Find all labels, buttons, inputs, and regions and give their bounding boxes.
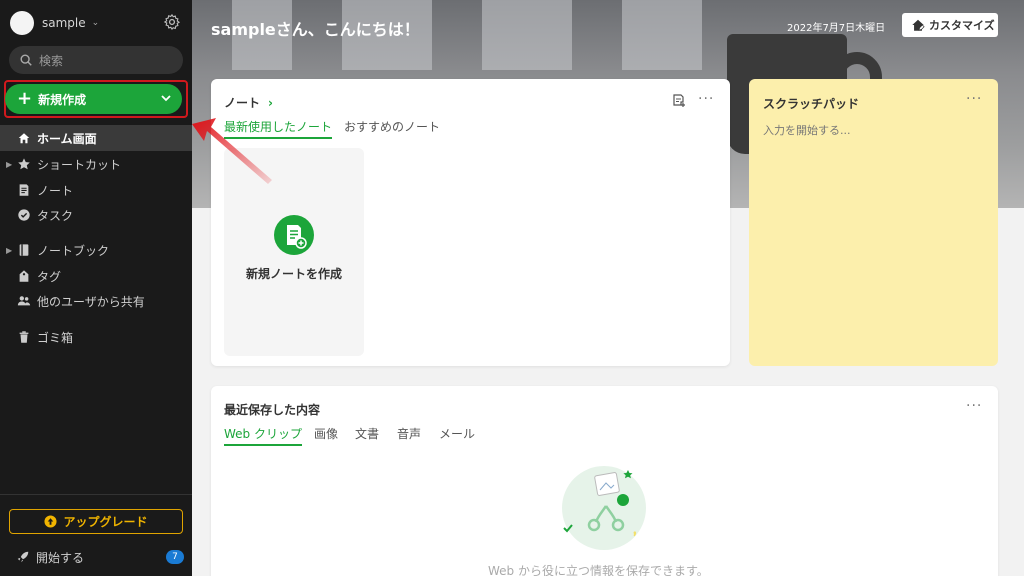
empty-state-text: Web から役に立つ情報を保存できます。: [488, 564, 709, 576]
sidebar-item-label: ショートカット: [37, 157, 122, 172]
account-menu[interactable]: sample ⌄: [10, 11, 99, 35]
sidebar-item-label: ノートブック: [37, 243, 110, 258]
sidebar-item-home[interactable]: ホーム画面: [0, 125, 192, 151]
home-edit-icon: [912, 19, 925, 31]
sidebar-item-label: タグ: [37, 269, 62, 284]
sidebar-item-tasks[interactable]: タスク: [0, 202, 192, 228]
start-count-badge: 7: [166, 550, 184, 564]
new-button[interactable]: + 新規作成: [5, 84, 182, 114]
sidebar-item-shared[interactable]: 他のユーザから共有: [0, 288, 192, 314]
tab-images[interactable]: 画像: [314, 425, 338, 442]
sidebar-item-label: ノート: [37, 183, 74, 198]
sidebar-item-shortcuts[interactable]: ▶ ショートカット: [0, 151, 192, 177]
star-icon: [18, 158, 30, 170]
get-started-button[interactable]: 開始する 7: [16, 548, 186, 566]
recent-saved-title: 最近保存した内容: [224, 403, 321, 417]
more-options-icon[interactable]: ···: [966, 91, 982, 107]
chevron-down-icon: ⌄: [91, 18, 100, 28]
more-options-icon[interactable]: ···: [698, 91, 714, 107]
search-icon: [20, 54, 32, 66]
upgrade-label: アップグレード: [63, 515, 148, 529]
caret-right-icon[interactable]: ▶: [6, 160, 12, 169]
sidebar-item-tags[interactable]: タグ: [0, 263, 192, 289]
window-pane: [622, 0, 702, 70]
user-name: sample: [42, 16, 86, 30]
search-input[interactable]: 検索: [9, 46, 183, 74]
annotation-arrow: [192, 118, 272, 184]
create-note-label: 新規ノートを作成: [245, 267, 342, 281]
chevron-down-icon[interactable]: [160, 92, 172, 104]
greeting: sampleさん、こんにちは！: [211, 20, 420, 39]
sidebar-item-notes[interactable]: ノート: [0, 177, 192, 203]
start-label: 開始する: [36, 550, 85, 565]
home-icon: [18, 133, 30, 144]
tab-recommended-notes[interactable]: おすすめのノート: [344, 118, 440, 135]
sidebar-divider: [0, 494, 192, 495]
window-pane: [482, 0, 572, 70]
web-clip-illustration-icon: [562, 466, 646, 550]
create-note-icon: [274, 215, 314, 255]
sidebar-item-label: 他のユーザから共有: [37, 294, 145, 309]
scratchpad-title: スクラッチパッド: [763, 97, 860, 111]
tab-audio[interactable]: 音声: [397, 425, 421, 442]
plus-icon: +: [17, 88, 33, 109]
new-note-icon[interactable]: [672, 94, 686, 108]
sidebar-item-notebooks[interactable]: ▶ ノートブック: [0, 237, 192, 263]
notes-card-title[interactable]: ノート ›: [224, 94, 273, 111]
rocket-icon: [17, 551, 29, 563]
upgrade-arrow-icon: [44, 515, 58, 528]
tag-icon: [19, 270, 29, 282]
trash-icon: [19, 331, 29, 343]
tab-email[interactable]: メール: [439, 425, 475, 442]
sidebar-item-label: ホーム画面: [37, 131, 97, 146]
upgrade-button[interactable]: アップグレード: [9, 509, 183, 534]
more-options-icon[interactable]: ···: [966, 398, 982, 414]
note-icon: [19, 184, 29, 196]
sidebar-item-label: タスク: [37, 208, 74, 223]
caret-right-icon[interactable]: ▶: [6, 246, 12, 255]
notebook-icon: [19, 244, 29, 256]
new-button-label: 新規作成: [38, 92, 87, 107]
customize-button[interactable]: カスタマイズ: [902, 13, 998, 37]
sidebar-item-trash[interactable]: ゴミ箱: [0, 324, 192, 350]
task-check-icon: [18, 209, 30, 221]
gear-icon[interactable]: [163, 13, 181, 31]
shared-users-icon: [17, 296, 31, 306]
current-date: 2022年7月7日木曜日: [787, 23, 886, 34]
tab-web-clip[interactable]: Web クリップ: [224, 425, 302, 446]
search-placeholder: 検索: [39, 53, 64, 68]
scratchpad-placeholder[interactable]: 入力を開始する...: [763, 122, 851, 138]
avatar: [10, 11, 34, 35]
customize-label: カスタマイズ: [929, 19, 995, 32]
tab-documents[interactable]: 文書: [355, 425, 379, 442]
sidebar-item-label: ゴミ箱: [37, 330, 74, 345]
